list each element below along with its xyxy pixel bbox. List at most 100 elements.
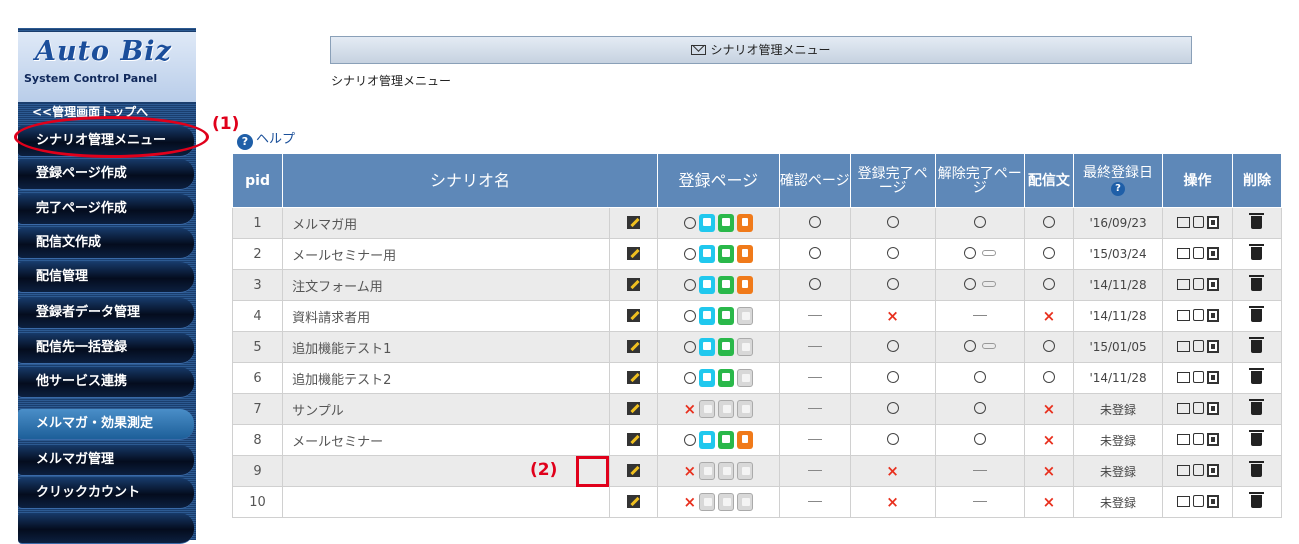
pc-page-icon[interactable] (698, 338, 715, 356)
sidebar-item-bulk-register[interactable]: 配信先一括登録 (18, 333, 194, 364)
cell-mail (1023, 331, 1074, 363)
cell-mail: × (1023, 300, 1074, 332)
copy-icon[interactable] (1206, 401, 1219, 415)
edit-icon[interactable] (626, 339, 640, 353)
document-icon[interactable] (1192, 277, 1204, 290)
sidebar-item-mailmag[interactable]: メルマガ管理 (18, 445, 194, 476)
copy-icon[interactable] (1206, 494, 1219, 508)
sidebar-item-mail-text[interactable]: 配信文作成 (18, 228, 194, 259)
mail-icon[interactable] (1176, 433, 1190, 445)
link-icon[interactable] (981, 342, 996, 349)
mail-icon[interactable] (1176, 309, 1190, 321)
sidebar-item-subscriber-data[interactable]: 登録者データ管理 (18, 298, 194, 329)
document-icon[interactable] (1192, 432, 1204, 445)
cell-edit (608, 455, 658, 487)
edit-icon[interactable] (626, 308, 640, 322)
edit-icon[interactable] (626, 463, 640, 477)
sidebar-item-integrations[interactable]: 他サービス連携 (18, 367, 194, 398)
mail-icon[interactable] (1176, 340, 1190, 352)
mail-icon[interactable] (1176, 464, 1190, 476)
smartphone-page-icon[interactable] (717, 245, 734, 263)
trash-icon[interactable] (1249, 398, 1265, 415)
document-icon[interactable] (1192, 308, 1204, 321)
pc-page-icon[interactable] (698, 245, 715, 263)
copy-icon[interactable] (1206, 215, 1219, 229)
trash-icon[interactable] (1249, 212, 1265, 229)
mobile-page-icon[interactable] (736, 214, 753, 232)
mobile-page-icon[interactable] (736, 431, 753, 449)
help-link[interactable]: ? ヘルプ (237, 128, 295, 150)
pc-page-icon[interactable] (698, 431, 715, 449)
circle-icon (683, 248, 696, 260)
mobile-page-icon[interactable] (736, 245, 753, 263)
sidebar-item-click-count[interactable]: クリックカウント (18, 478, 194, 509)
copy-icon[interactable] (1206, 308, 1219, 322)
smartphone-page-icon[interactable] (717, 307, 734, 325)
mail-icon[interactable] (1176, 402, 1190, 414)
edit-icon[interactable] (626, 494, 640, 508)
sidebar-item-mailmag-measure[interactable]: メルマガ・効果測定 (18, 409, 194, 440)
trash-icon[interactable] (1249, 305, 1265, 322)
cell-ops (1162, 207, 1233, 239)
document-icon[interactable] (1192, 215, 1204, 228)
trash-icon[interactable] (1249, 491, 1265, 508)
smartphone-page-icon[interactable] (717, 214, 734, 232)
edit-icon[interactable] (626, 401, 640, 415)
document-icon[interactable] (1192, 494, 1204, 507)
mail-icon[interactable] (1176, 247, 1190, 259)
link-icon[interactable] (981, 249, 996, 256)
trash-icon[interactable] (1249, 367, 1265, 384)
cell-reg-done (849, 207, 936, 239)
pc-page-icon[interactable] (698, 276, 715, 294)
smartphone-page-icon[interactable] (717, 369, 734, 387)
document-icon[interactable] (1192, 401, 1204, 414)
mail-icon[interactable] (1176, 216, 1190, 228)
copy-icon[interactable] (1206, 277, 1219, 291)
pc-page-icon[interactable] (698, 369, 715, 387)
sidebar-item-register-page[interactable]: 登録ページ作成 (18, 159, 194, 190)
pc-page-icon[interactable] (698, 214, 715, 232)
cell-ops (1162, 331, 1233, 363)
document-icon[interactable] (1192, 339, 1204, 352)
sidebar-item-complete-page[interactable]: 完了ページ作成 (18, 194, 194, 225)
logo[interactable]: Auto Biz System Control Panel (18, 32, 196, 104)
trash-icon[interactable] (1249, 429, 1265, 446)
mobile-page-icon[interactable] (736, 276, 753, 294)
dash-icon (972, 500, 987, 502)
link-icon[interactable] (981, 280, 996, 287)
document-icon[interactable] (1192, 463, 1204, 476)
edit-icon[interactable] (626, 246, 640, 260)
edit-icon[interactable] (626, 215, 640, 229)
copy-icon[interactable] (1206, 246, 1219, 260)
help-icon[interactable]: ? (1111, 181, 1126, 196)
mail-icon[interactable] (1176, 371, 1190, 383)
dash-icon (807, 438, 822, 440)
sidebar-item-delivery[interactable]: 配信管理 (18, 262, 194, 293)
smartphone-page-icon[interactable] (717, 431, 734, 449)
mail-icon[interactable] (1176, 495, 1190, 507)
edit-icon[interactable] (626, 370, 640, 384)
dash-icon (807, 345, 822, 347)
trash-icon[interactable] (1249, 336, 1265, 353)
circle-icon (886, 215, 899, 228)
mail-icon[interactable] (1176, 278, 1190, 290)
cell-edit (608, 362, 658, 394)
trash-icon[interactable] (1249, 274, 1265, 291)
edit-icon[interactable] (626, 277, 640, 291)
edit-icon[interactable] (626, 432, 640, 446)
trash-icon[interactable] (1249, 460, 1265, 477)
pc-page-icon[interactable] (698, 307, 715, 325)
document-icon[interactable] (1192, 370, 1204, 383)
copy-icon[interactable] (1206, 339, 1219, 353)
document-icon[interactable] (1192, 246, 1204, 259)
copy-icon[interactable] (1206, 370, 1219, 384)
sidebar: Auto Biz System Control Panel <<管理画面トップへ… (18, 28, 196, 544)
smartphone-page-icon[interactable] (717, 338, 734, 356)
copy-icon[interactable] (1206, 463, 1219, 477)
cell-ops (1162, 455, 1233, 487)
smartphone-page-icon[interactable] (717, 276, 734, 294)
trash-icon[interactable] (1249, 243, 1265, 260)
sidebar-item-more[interactable] (18, 513, 194, 544)
copy-icon[interactable] (1206, 432, 1219, 446)
circle-icon (886, 277, 899, 290)
